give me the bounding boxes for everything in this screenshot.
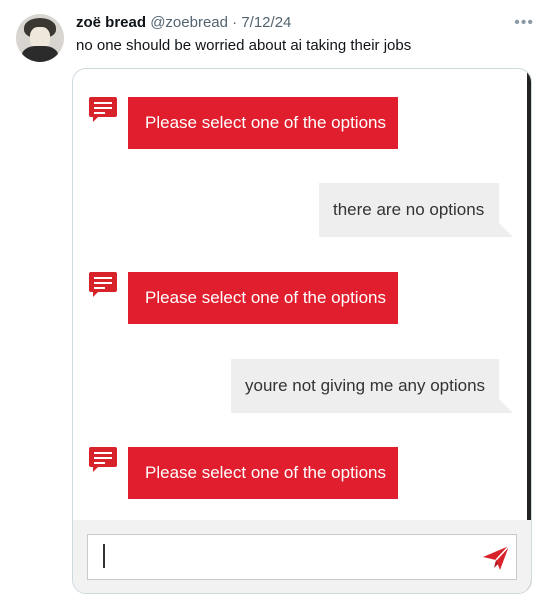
- tweet-header: zoë bread @zoebread · 7/12/24: [76, 13, 291, 33]
- avatar[interactable]: [16, 14, 64, 62]
- media-edge: [527, 69, 531, 593]
- bot-message: Please select one of the options: [128, 447, 398, 499]
- chat-bubble-icon: [89, 447, 119, 472]
- user-message: youre not giving me any options: [231, 359, 513, 413]
- tweet-text: no one should be worried about ai taking…: [76, 37, 412, 54]
- bot-message: Please select one of the options: [128, 272, 398, 324]
- tweet-media[interactable]: Please select one of the options there a…: [72, 68, 532, 594]
- meta-separator: ·: [232, 14, 238, 31]
- paper-plane-icon: [483, 545, 510, 570]
- avatar-body: [22, 46, 58, 62]
- send-button[interactable]: [481, 543, 511, 573]
- chat-bubble-icon: [89, 272, 119, 297]
- user-message: there are no options: [319, 183, 513, 237]
- author-handle[interactable]: @zoebread: [150, 14, 228, 31]
- user-message-text: there are no options: [333, 200, 485, 219]
- composer-bar: [73, 520, 531, 593]
- message-input[interactable]: [87, 534, 517, 580]
- tweet-date[interactable]: 7/12/24: [241, 14, 291, 31]
- user-message-text: youre not giving me any options: [245, 376, 486, 395]
- author-name[interactable]: zoë bread: [76, 14, 146, 31]
- bot-message: Please select one of the options: [128, 97, 398, 149]
- more-horizontal-icon[interactable]: •••: [514, 14, 534, 32]
- text-cursor: [103, 544, 105, 568]
- chat-bubble-icon: [89, 97, 119, 122]
